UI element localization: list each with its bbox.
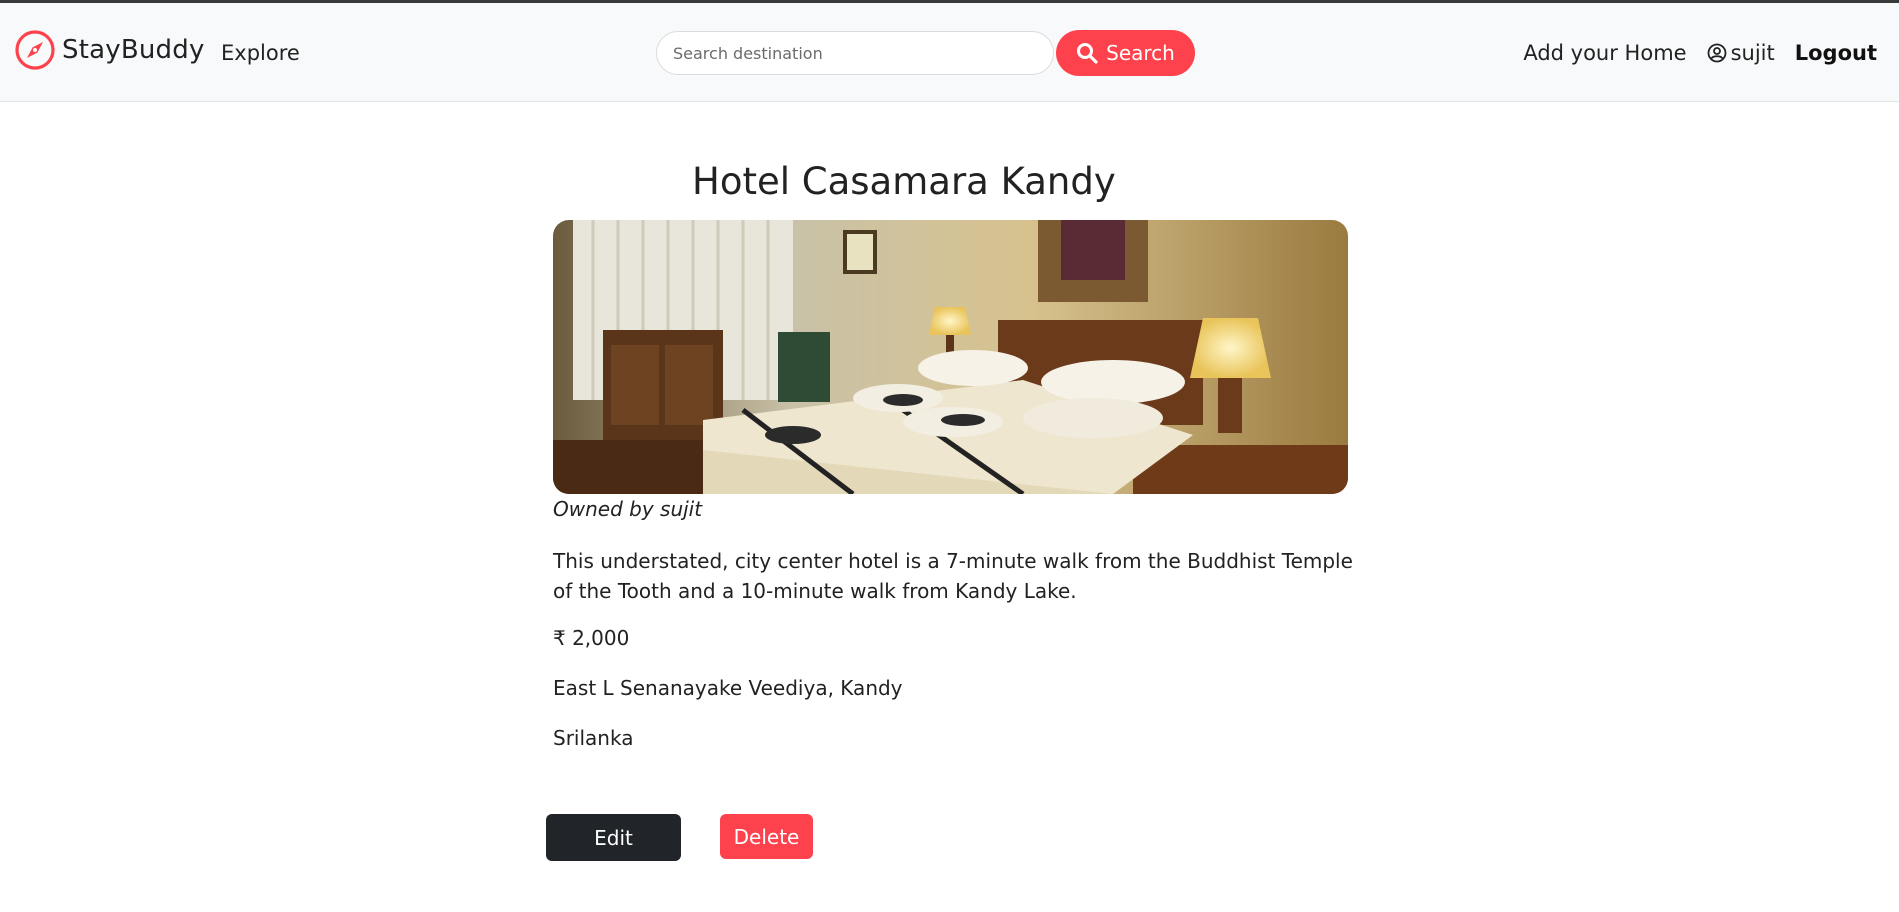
compass-icon xyxy=(14,29,56,71)
hotel-room-photo xyxy=(553,220,1348,494)
listing-title: Hotel Casamara Kandy xyxy=(692,160,1116,203)
listing-price: ₹ 2,000 xyxy=(553,626,630,650)
nav-username: sujit xyxy=(1730,41,1775,65)
brand-name: StayBuddy xyxy=(62,35,205,65)
search-input[interactable] xyxy=(656,31,1054,75)
brand-link[interactable]: StayBuddy xyxy=(14,29,205,71)
listing-description: This understated, city center hotel is a… xyxy=(553,549,1353,603)
listing-image xyxy=(553,220,1348,494)
nav-user-link[interactable]: sujit xyxy=(1707,41,1775,65)
nav-logout-link[interactable]: Logout xyxy=(1795,41,1877,65)
nav-explore-link[interactable]: Explore xyxy=(221,41,300,65)
nav-right: Add your Home sujit Logout xyxy=(1523,41,1877,65)
delete-button[interactable]: Delete xyxy=(720,814,813,859)
navbar: StayBuddy Explore Search Add your Home s… xyxy=(0,3,1899,102)
listing-country: Srilanka xyxy=(553,726,634,750)
user-circle-icon xyxy=(1707,43,1726,63)
search-form: Search xyxy=(656,30,1195,76)
search-button-label: Search xyxy=(1106,41,1175,65)
listing-location: East L Senanayake Veediya, Kandy xyxy=(553,676,903,700)
nav-add-home-link[interactable]: Add your Home xyxy=(1523,41,1686,65)
search-icon xyxy=(1077,43,1098,64)
edit-button[interactable]: Edit xyxy=(546,814,681,861)
listing-owner: Owned by sujit xyxy=(553,497,703,521)
search-button[interactable]: Search xyxy=(1056,30,1195,76)
